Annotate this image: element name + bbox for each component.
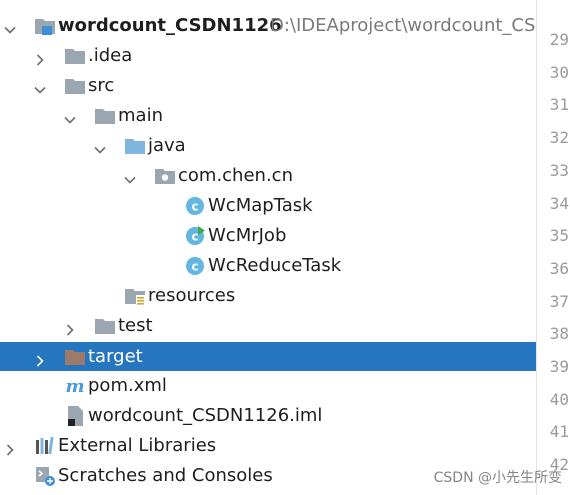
line-number: 37 (549, 291, 569, 311)
line-number: 38 (549, 324, 569, 344)
package-icon (154, 165, 176, 187)
chevron-right-icon[interactable] (4, 440, 16, 456)
line-number: 36 (549, 258, 569, 278)
chevron-down-icon[interactable] (64, 110, 76, 124)
folder-icon (94, 315, 116, 337)
tree-node-label: pom.xml (88, 375, 167, 396)
maven-icon: m (64, 375, 86, 397)
tree-node-label: WcReduceTask (208, 255, 342, 276)
line-number: 31 (549, 95, 569, 115)
watermark: CSDN @小先生所变 (433, 470, 562, 486)
line-number: 29 (549, 30, 569, 49)
tree-node[interactable]: m pom.xml (0, 371, 536, 401)
line-number: 32 (549, 128, 569, 148)
folder-icon (64, 45, 86, 67)
line-number: 33 (549, 160, 569, 180)
chevron-down-icon[interactable] (4, 20, 16, 34)
svg-text:c: c (191, 260, 198, 274)
iml-file-icon (64, 405, 86, 427)
tree-node-label: target (88, 346, 143, 367)
line-number: 35 (549, 226, 569, 246)
tree-node[interactable]: c WcReduceTask (0, 251, 536, 281)
chevron-right-icon[interactable] (64, 320, 76, 336)
tree-node[interactable]: main (0, 101, 536, 131)
project-tree: wordcount_CSDN1126 D:\IDEAproject\wordcou… (0, 0, 549, 495)
tree-node-label: com.chen.cn (178, 165, 293, 186)
tree-node-label: External Libraries (58, 435, 217, 456)
tree-node[interactable]: External Libraries (0, 431, 536, 461)
tree-node[interactable]: .idea (0, 41, 536, 71)
excluded-folder-icon (64, 346, 86, 368)
tree-node-label: java (148, 135, 186, 156)
line-number: 40 (549, 389, 569, 409)
project-module-icon (34, 15, 56, 37)
line-number: 34 (549, 193, 569, 213)
tree-node[interactable]: com.chen.cn (0, 161, 536, 191)
svg-text:c: c (191, 230, 198, 244)
tree-node-label: test (118, 315, 153, 336)
chevron-right-icon[interactable] (34, 351, 46, 367)
tree-node-label: .idea (88, 45, 133, 66)
chevron-down-icon[interactable] (124, 170, 136, 184)
tree-node[interactable]: wordcount_CSDN1126 D:\IDEAproject\wordcou… (0, 11, 549, 41)
resources-folder-icon (124, 285, 146, 307)
tree-node-label: main (118, 105, 163, 126)
chevron-down-icon[interactable] (94, 140, 106, 154)
line-number: 30 (549, 62, 569, 82)
tree-node-label: wordcount_CSDN1126 (58, 15, 282, 36)
tree-node[interactable]: target (0, 342, 536, 371)
class-icon: c (184, 255, 206, 277)
svg-text:c: c (191, 200, 198, 214)
scratches-icon (34, 465, 56, 487)
tree-node-label: resources (148, 285, 236, 306)
source-folder-icon (124, 135, 146, 157)
line-number: 41 (549, 422, 569, 442)
chevron-down-icon[interactable] (34, 80, 46, 94)
project-path: D:\IDEAproject\wordcount_CSD (270, 15, 550, 36)
tree-node[interactable]: c WcMrJob (0, 221, 536, 251)
line-number-gutter: 29 30 31 32 33 34 35 36 37 38 39 40 41 42 (536, 0, 570, 495)
tree-node-label: src (88, 75, 115, 96)
tree-node-label: WcMapTask (208, 195, 313, 216)
tree-node[interactable]: c WcMapTask (0, 191, 536, 221)
libraries-icon (34, 435, 56, 457)
class-icon: c (184, 195, 206, 217)
tree-node[interactable]: java (0, 131, 536, 161)
tree-node[interactable]: resources (0, 281, 536, 311)
folder-icon (64, 75, 86, 97)
tree-node[interactable]: test (0, 311, 536, 341)
tree-node-label: Scratches and Consoles (58, 465, 273, 486)
chevron-right-icon[interactable] (34, 50, 46, 66)
tree-node-label: WcMrJob (208, 225, 287, 246)
runnable-class-icon: c (184, 225, 206, 247)
folder-icon (94, 105, 116, 127)
svg-text:m: m (65, 376, 84, 397)
tree-node[interactable]: src (0, 71, 536, 101)
tree-node[interactable]: wordcount_CSDN1126.iml (0, 401, 536, 431)
line-number: 39 (549, 357, 569, 376)
tree-node-label: wordcount_CSDN1126.iml (88, 405, 323, 426)
